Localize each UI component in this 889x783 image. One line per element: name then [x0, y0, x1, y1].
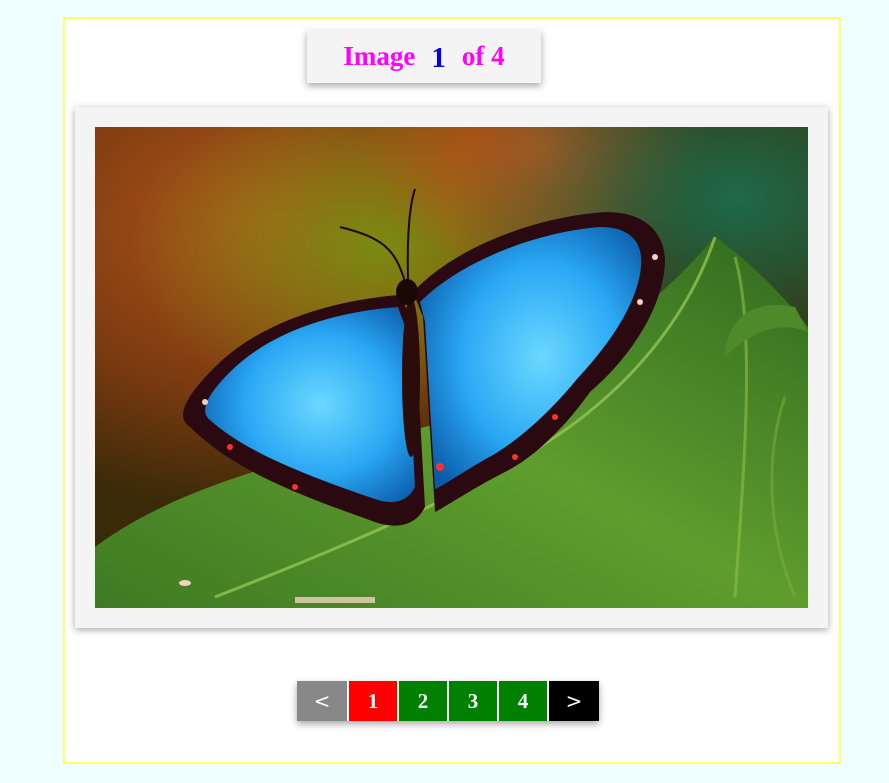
page-button-4[interactable]: 4: [499, 681, 547, 721]
pagination: < 1 2 3 4 >: [297, 681, 599, 721]
counter-suffix: of 4: [461, 41, 505, 71]
image-counter: Image 1 of 4: [307, 30, 541, 83]
counter-current: 1: [431, 42, 446, 74]
slide-card: [75, 107, 828, 628]
page-button-2[interactable]: 2: [399, 681, 447, 721]
counter-prefix: Image: [343, 41, 416, 71]
next-button[interactable]: >: [549, 681, 599, 721]
prev-button[interactable]: <: [297, 681, 347, 721]
page-button-1[interactable]: 1: [349, 681, 397, 721]
page-button-3[interactable]: 3: [449, 681, 497, 721]
butterfly-picture: [95, 127, 808, 608]
slide-image: [95, 127, 808, 608]
